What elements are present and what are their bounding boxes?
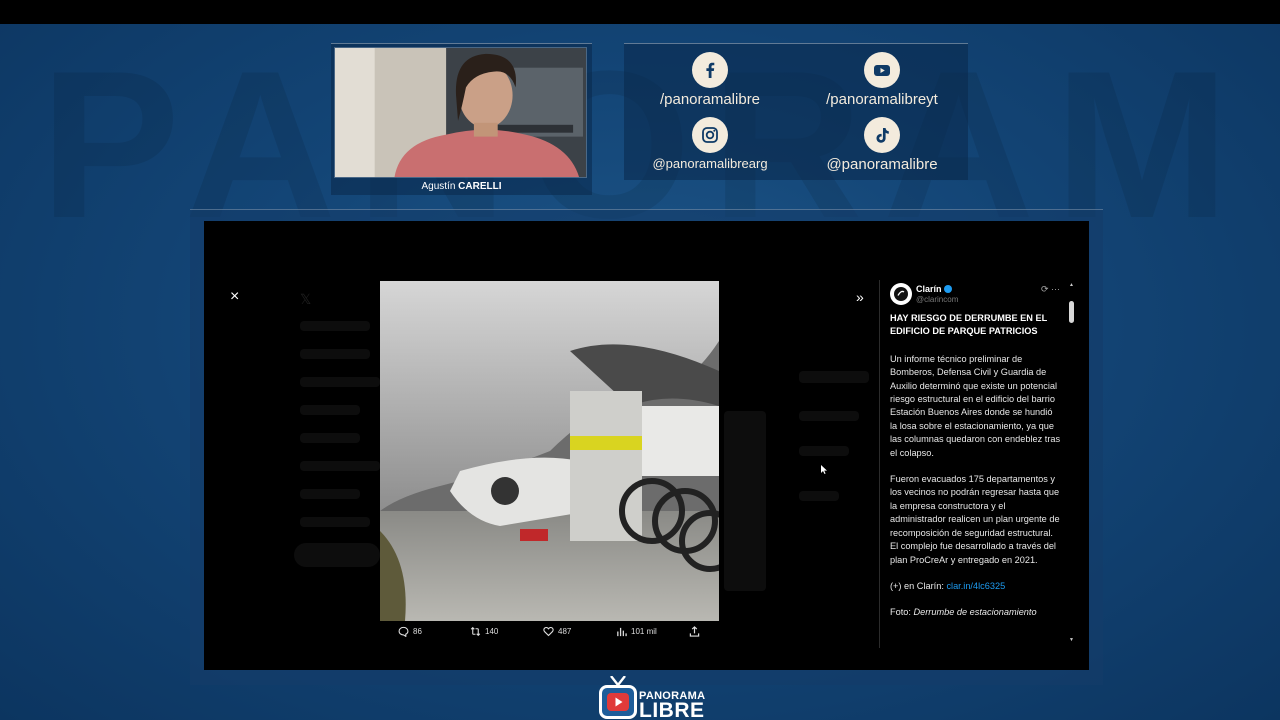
share-button[interactable] [689,626,700,637]
clarin-logo-icon [894,287,908,301]
foto-caption: Derrumbe de estacionamiento [913,607,1037,618]
ghost-nav-7 [300,489,360,499]
views-button[interactable]: 101 mil [616,626,657,637]
tweet-header-actions: ⟳ ··· [1041,284,1060,295]
ghost-trend-4 [799,491,839,501]
x-logo-ghost: 𝕏 [300,291,312,307]
ghost-nav-4 [300,405,360,415]
reply-button[interactable]: 86 [398,626,422,637]
scrollbar-thumb[interactable] [1069,301,1074,323]
social-youtube: /panoramalibreyt [796,52,968,108]
ghost-nav-6 [300,461,380,471]
ghost-nav-2 [300,349,370,359]
author-handle[interactable]: @clarincom [916,295,958,304]
repost-icon [470,626,481,637]
share-icon [689,626,700,637]
foto-prefix: Foto: [890,607,911,618]
presenter-last-name: CARELLI [458,181,502,192]
tiktok-handle: @panoramalibre [826,156,938,173]
tweet-paragraph-1: Un informe técnico preliminar de Bombero… [890,353,1061,458]
ghost-trend-2 [799,411,859,421]
like-button[interactable]: 487 [543,626,571,637]
youtube-handle: /panoramalibreyt [826,91,938,108]
more-options-icon[interactable]: ··· [1051,284,1060,294]
ghost-trend-3 [799,446,849,456]
author-avatar[interactable] [890,283,912,305]
tweet-header: Clarín @clarincom ⟳ ··· [890,283,1060,309]
presenter-name-caption: Agustín CARELLI [331,181,592,192]
article-link[interactable]: clar.in/4lc6325 [946,581,1005,591]
views-count: 101 mil [631,627,657,636]
presenter-camera-feed [334,47,587,178]
social-facebook: /panoramalibre [624,52,796,108]
author-name-text: Clarín [916,284,942,294]
panorama-libre-logo: PANORAMA LIBRE [597,676,707,720]
tweet-headline: HAY RIESGO DE DERRUMBE EN EL EDIFICIO DE… [890,313,1048,337]
tweet-action-bar: 86 140 487 101 mil [392,626,712,642]
expand-panel-icon[interactable]: » [856,290,864,304]
presenter-panel: Agustín CARELLI [331,43,592,195]
social-instagram: @panoramalibrearg [624,117,796,171]
ghost-nav-5 [300,433,360,443]
repost-count: 140 [485,627,499,636]
refresh-icon[interactable]: ⟳ [1041,284,1049,294]
ghost-nav-1 [300,321,370,331]
tweet-detail-panel: Clarín @clarincom ⟳ ··· HAY RIESGO DE DE… [879,280,1075,648]
instagram-handle: @panoramalibrearg [652,156,768,171]
scroll-up-arrow-icon[interactable]: ▲ [1069,283,1074,288]
verified-badge-icon [943,285,952,293]
tweet-photo-credit: Foto: Derrumbe de estacionamiento [890,606,1062,619]
tweet-link-line: (+) en Clarín: clar.in/4lc6325 [890,580,1062,593]
instagram-icon [692,117,728,153]
youtube-icon [864,52,900,88]
tv-play-icon [599,685,637,719]
ghost-post-button [294,543,380,567]
link-prefix: (+) en Clarín: [890,580,944,591]
mouse-cursor-icon [821,465,827,474]
shared-screen: 𝕏 × » 86 140 487 101 mil Clarín @clarinc… [204,221,1089,670]
tiktok-icon [864,117,900,153]
ghost-trend-1 [799,371,869,383]
reply-icon [398,626,409,637]
ghost-feed-column [724,411,766,591]
heart-icon [543,626,554,637]
like-count: 487 [558,627,572,636]
reply-count: 86 [413,627,422,636]
presenter-first-name: Agustín [421,181,456,192]
social-panel: /panoramalibre /panoramalibreyt @panoram… [624,43,968,180]
scroll-down-arrow-icon[interactable]: ▼ [1069,638,1074,643]
facebook-handle: /panoramalibre [659,91,761,108]
repost-button[interactable]: 140 [470,626,498,637]
close-icon[interactable]: × [230,289,239,305]
tweet-paragraph-2: Fueron evacuados 175 departamentos y los… [890,474,1060,565]
author-name[interactable]: Clarín [916,284,952,294]
top-letterbox-bar [0,0,1280,24]
logo-bottom-text: LIBRE [639,699,705,720]
ghost-nav-8 [300,517,370,527]
ghost-nav-3 [300,377,380,387]
tweet-panel-scrollbar[interactable]: ▲ ▼ [1069,283,1074,643]
tweet-photo[interactable] [380,281,719,621]
social-tiktok: @panoramalibre [796,117,968,173]
facebook-icon [692,52,728,88]
views-chart-icon [617,627,627,637]
tweet-body: HAY RIESGO DE DERRUMBE EN EL EDIFICIO DE… [890,312,1062,620]
